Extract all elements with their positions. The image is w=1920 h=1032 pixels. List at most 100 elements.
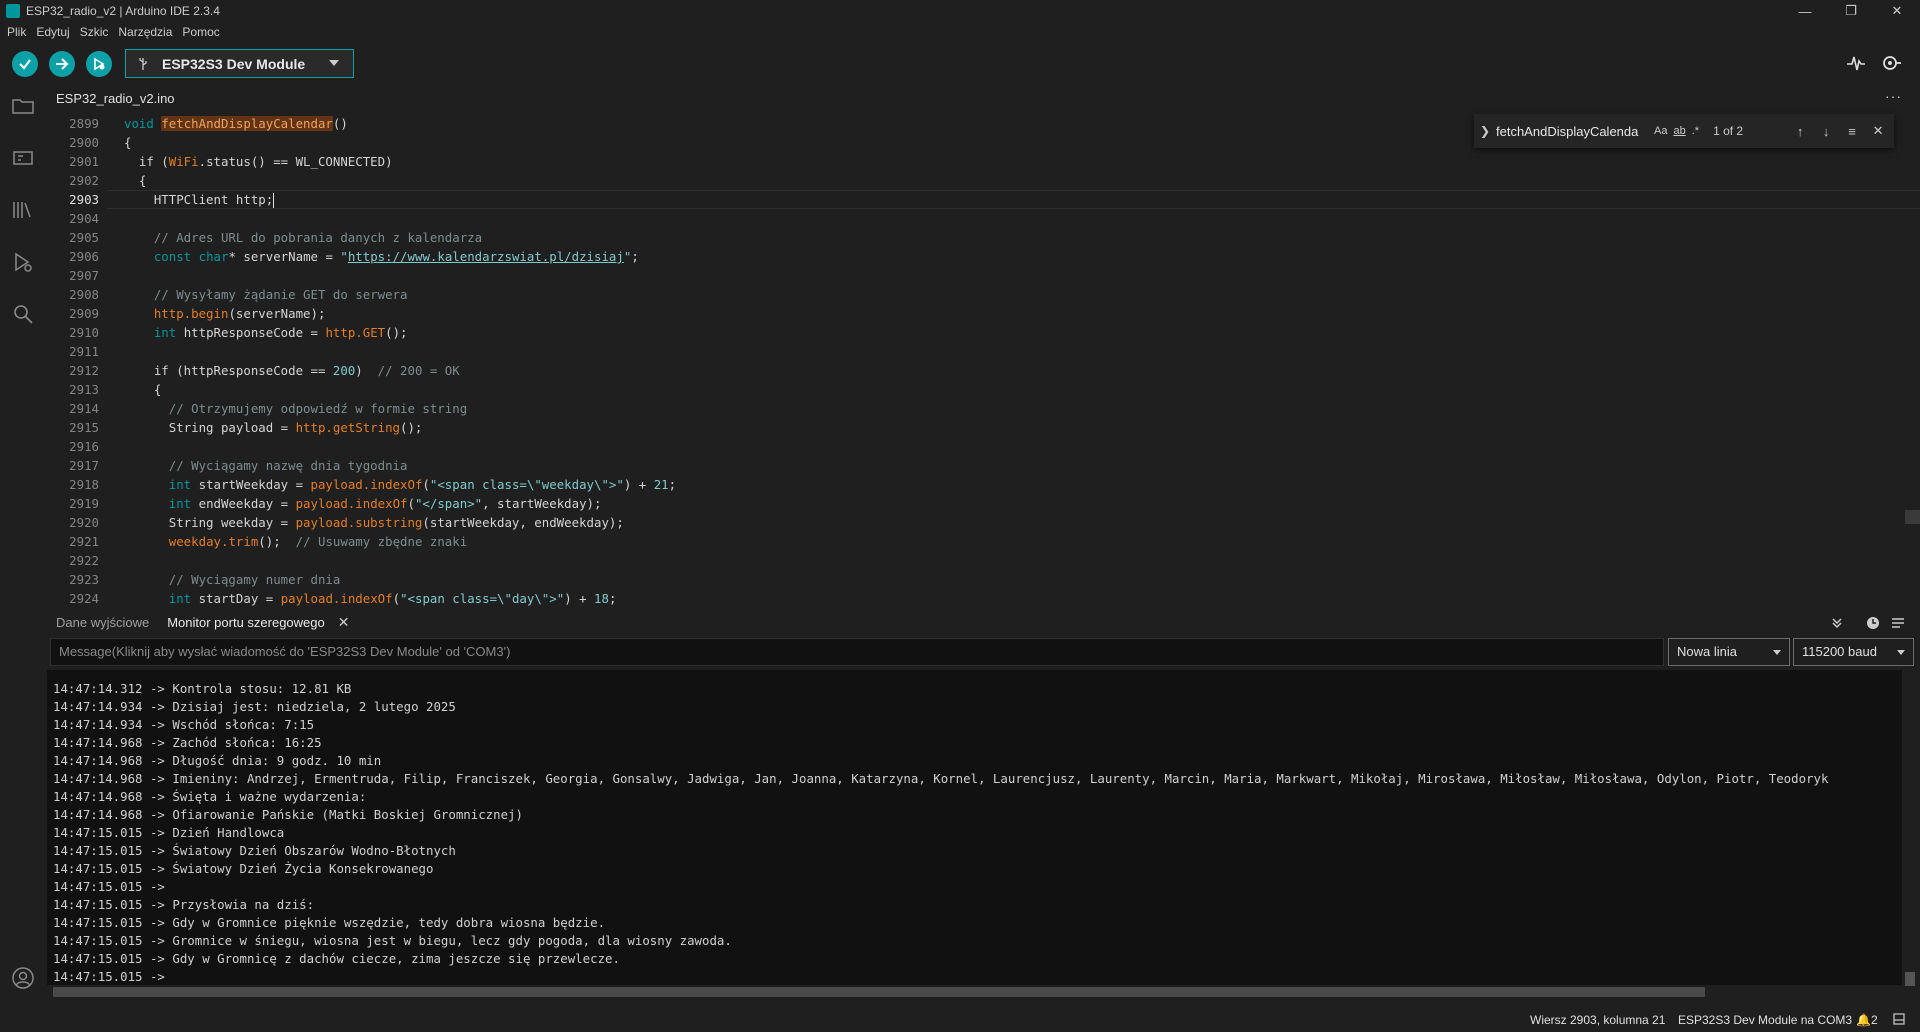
code-line: void fetchAndDisplayCalendar() xyxy=(124,116,348,131)
board-selector[interactable]: ESP32S3 Dev Module xyxy=(125,49,354,78)
code-line: if (WiFi.status() == WL_CONNECTED) xyxy=(124,154,393,169)
code-line: // Wysyłamy żądanie GET do serwera xyxy=(124,287,408,302)
chevron-right-icon[interactable]: ❯ xyxy=(1480,124,1496,138)
code-editor[interactable]: 2899 2900 2901 2902 2903 2904 2905 2906 … xyxy=(47,114,1920,606)
file-tab-label: ESP32_radio_v2.ino xyxy=(56,90,175,106)
serial-plotter-button[interactable] xyxy=(1845,52,1869,76)
menu-help[interactable]: Pomoc xyxy=(177,25,224,39)
serial-monitor-icon xyxy=(1883,56,1901,70)
sketchbook-button[interactable] xyxy=(11,94,37,120)
message-input[interactable]: Message(Kliknij aby wysłać wiadomość do … xyxy=(50,638,1664,666)
upload-button[interactable] xyxy=(49,51,75,77)
chevron-double-down-icon[interactable] xyxy=(1826,612,1848,634)
menu-file[interactable]: Plik xyxy=(2,25,31,39)
serial-line: 14:47:14.312 -> Kontrola stosu: 12.81 KB xyxy=(53,681,352,696)
debug-panel-button[interactable] xyxy=(11,250,37,276)
serial-line: 14:47:15.015 -> xyxy=(53,879,173,894)
line-number: 2903 xyxy=(69,192,99,207)
check-icon xyxy=(19,59,31,70)
arduino-app-icon xyxy=(6,4,20,18)
line-number: 2919 xyxy=(69,496,99,511)
regex-toggle[interactable]: .* xyxy=(1692,125,1699,137)
board-name: ESP32S3 Dev Module xyxy=(162,55,306,72)
minimize-button[interactable]: — xyxy=(1782,0,1828,22)
maximize-button[interactable]: ❐ xyxy=(1828,0,1874,22)
debug-icon xyxy=(94,57,105,71)
next-match-icon[interactable]: ↓ xyxy=(1813,124,1839,139)
find-input[interactable]: fetchAndDisplayCalenda xyxy=(1496,124,1648,139)
search-button[interactable] xyxy=(11,302,37,328)
line-number: 2920 xyxy=(69,515,99,530)
menu-sketch[interactable]: Szkic xyxy=(75,25,114,39)
match-case-toggle[interactable]: Aa xyxy=(1654,125,1667,137)
menu-bar: Plik Edytuj Szkic Narzędzia Pomoc xyxy=(0,22,225,42)
serial-output[interactable]: 14:47:14.312 -> Kontrola stosu: 12.81 KB… xyxy=(47,670,1902,985)
editor-scrollbar[interactable] xyxy=(1905,510,1920,524)
serial-line: 14:47:15.015 -> Gromnice w śniegu, wiosn… xyxy=(53,933,732,948)
account-button[interactable] xyxy=(11,966,37,992)
baud-rate-select[interactable]: 115200 baud xyxy=(1793,638,1914,666)
line-number: 2912 xyxy=(69,363,99,378)
serial-line: 14:47:14.968 -> Imieniny: Andrzej, Ermen… xyxy=(53,771,1829,786)
tab-output[interactable]: Dane wyjściowe xyxy=(47,615,158,630)
line-number: 2909 xyxy=(69,306,99,321)
serial-line: 14:47:14.934 -> Wschód słońca: 7:15 xyxy=(53,717,315,732)
line-number: 2907 xyxy=(69,268,99,283)
line-number: 2911 xyxy=(69,344,99,359)
tab-serial-monitor[interactable]: Monitor portu szeregowego xyxy=(158,615,334,630)
chevron-down-icon xyxy=(1773,650,1781,655)
more-actions-icon[interactable]: ··· xyxy=(1885,88,1902,104)
usb-icon xyxy=(139,57,147,70)
plotter-icon xyxy=(1847,56,1865,71)
serial-line: 14:47:15.015 -> Światowy Dzień Obszarów … xyxy=(53,843,456,858)
serial-line: 14:47:15.015 -> Światowy Dzień Życia Kon… xyxy=(53,861,434,876)
file-tab[interactable]: ESP32_radio_v2.ino xyxy=(47,84,175,112)
code-line: int startWeekday = payload.indexOf("<spa… xyxy=(168,477,677,492)
debug-button[interactable] xyxy=(86,51,112,77)
line-number: 2901 xyxy=(69,154,99,169)
boards-manager-button[interactable] xyxy=(11,146,37,172)
serial-vertical-scrollbar[interactable] xyxy=(1905,972,1915,986)
toggle-panel-icon[interactable] xyxy=(1893,1013,1905,1028)
text-cursor xyxy=(273,193,275,208)
verify-button[interactable] xyxy=(12,51,38,77)
bell-icon: 🔔 xyxy=(1856,1013,1871,1027)
serial-monitor-button[interactable] xyxy=(1880,52,1904,76)
message-row: Message(Kliknij aby wysłać wiadomość do … xyxy=(47,637,1920,669)
clear-output-icon[interactable] xyxy=(1887,612,1909,634)
code-line: weekday.trim(); // Usuwamy zbędne znaki xyxy=(168,534,468,549)
line-number: 2904 xyxy=(69,211,99,226)
current-line-highlight xyxy=(107,190,1920,209)
library-manager-button[interactable] xyxy=(11,198,37,224)
line-ending-select[interactable]: Nowa linia xyxy=(1668,638,1790,666)
serial-line: 14:47:14.968 -> Ofiarowanie Pańskie (Mat… xyxy=(53,807,523,822)
close-icon[interactable]: ✕ xyxy=(338,614,350,631)
line-number: 2906 xyxy=(69,249,99,264)
line-number: 2917 xyxy=(69,458,99,473)
code-line: { xyxy=(124,382,162,397)
menu-tools[interactable]: Narzędzia xyxy=(113,25,177,39)
close-window-button[interactable]: ✕ xyxy=(1874,0,1920,22)
board-port-status[interactable]: ESP32S3 Dev Module na COM3 xyxy=(1678,1013,1852,1027)
serial-line: 14:47:14.968 -> Długość dnia: 9 godz. 10… xyxy=(53,753,382,768)
line-number: 2921 xyxy=(69,534,99,549)
cursor-position[interactable]: Wiersz 2903, kolumna 21 xyxy=(1530,1013,1665,1027)
menu-edit[interactable]: Edytuj xyxy=(31,25,74,39)
notifications-indicator[interactable]: 🔔2 xyxy=(1856,1013,1878,1027)
close-icon[interactable]: ✕ xyxy=(1865,123,1891,139)
line-number: 2916 xyxy=(69,439,99,454)
whole-word-toggle[interactable]: ab xyxy=(1673,125,1685,137)
code-line: // Adres URL do pobrania danych z kalend… xyxy=(124,230,483,245)
code-line: String weekday = payload.substring(start… xyxy=(124,515,624,530)
line-number: 2905 xyxy=(69,230,99,245)
code-line: // Wyciągamy numer dnia xyxy=(124,572,341,587)
serial-horizontal-scrollbar[interactable] xyxy=(53,987,1705,997)
line-number: 2918 xyxy=(69,477,99,492)
code-line: { xyxy=(124,135,132,150)
serial-line: 14:47:14.968 -> Święta i ważne wydarzeni… xyxy=(53,789,367,804)
folder-icon xyxy=(12,99,34,114)
timestamp-toggle-icon[interactable] xyxy=(1862,612,1884,634)
line-number: 2908 xyxy=(69,287,99,302)
previous-match-icon[interactable]: ↑ xyxy=(1787,124,1813,139)
find-in-selection-icon[interactable]: ≡ xyxy=(1839,124,1865,139)
